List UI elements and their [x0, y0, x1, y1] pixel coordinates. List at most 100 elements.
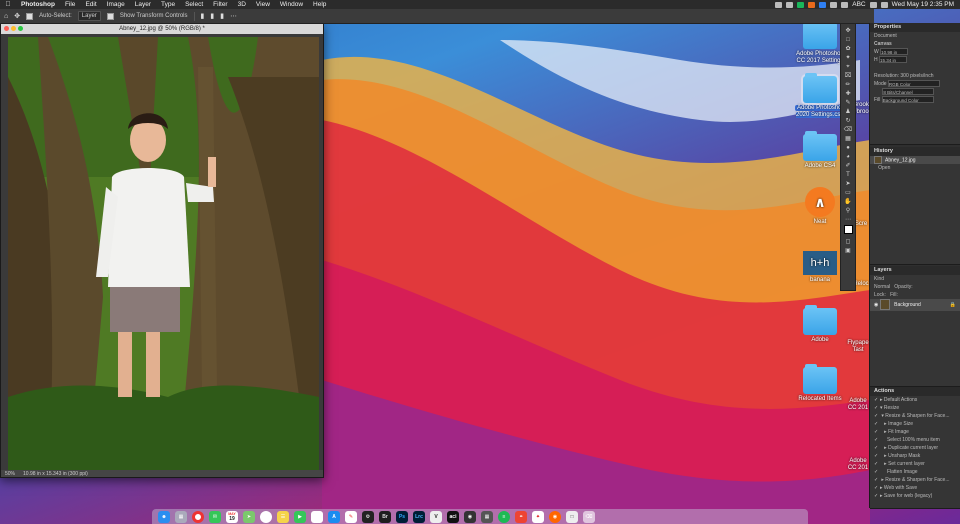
- lock-icon[interactable]: 🔒: [950, 299, 960, 311]
- menu-window[interactable]: Window: [275, 1, 308, 8]
- shape-tool-icon[interactable]: ▭: [844, 189, 853, 197]
- desktop-icon-app[interactable]: ∧ Neat: [794, 187, 846, 226]
- messages-icon[interactable]: ✉: [209, 510, 221, 523]
- zoom-level[interactable]: 50%: [5, 471, 15, 477]
- zoom-icon[interactable]: [18, 26, 23, 31]
- apple-icon[interactable]: : [0, 1, 16, 8]
- vectorworks-icon[interactable]: V: [430, 510, 442, 523]
- chrome-icon[interactable]: [192, 510, 204, 523]
- facetime-icon[interactable]: ▶: [294, 510, 306, 523]
- wifi-icon[interactable]: [830, 1, 838, 8]
- marquee-tool-icon[interactable]: □: [844, 36, 853, 44]
- desktop-icon-app[interactable]: h+h banana: [794, 251, 846, 284]
- status-icon[interactable]: [786, 1, 794, 8]
- app-store-icon[interactable]: A: [328, 510, 340, 523]
- action-item[interactable]: ✓ ▾ Resize: [870, 404, 960, 412]
- auto-select-checkbox[interactable]: [26, 12, 34, 20]
- brush-tool-icon[interactable]: ✎: [844, 99, 853, 107]
- height-field[interactable]: 15.34 in: [879, 56, 907, 64]
- move-tool-icon[interactable]: ✥: [844, 27, 853, 35]
- action-item[interactable]: ✓ ▸ Unsharp Mask: [870, 452, 960, 460]
- action-item[interactable]: ✓ Select 100% menu item: [870, 436, 960, 444]
- layer-filter-row[interactable]: Kind: [870, 275, 960, 283]
- desktop-icon-folder[interactable]: Adobe: [794, 305, 846, 344]
- creative-cloud-icon[interactable]: ⚭: [515, 510, 527, 523]
- width-field[interactable]: 10.98 in: [880, 48, 909, 56]
- history-header[interactable]: History: [870, 147, 960, 156]
- close-icon[interactable]: [4, 26, 9, 31]
- hand-tool-icon[interactable]: ✋: [844, 198, 853, 206]
- pen-tool-icon[interactable]: ✐: [844, 162, 853, 170]
- screen-mode-icon[interactable]: ▣: [844, 247, 853, 255]
- desktop-icon-folder[interactable]: Adobe CC 201: [847, 458, 869, 472]
- control-center-icon[interactable]: [880, 1, 888, 8]
- action-item[interactable]: ✓ ▸ Fit Image: [870, 428, 960, 436]
- canvas-section-label[interactable]: Canvas: [870, 40, 960, 48]
- trash-icon[interactable]: ⌫: [583, 510, 595, 523]
- type-tool-icon[interactable]: T: [844, 171, 853, 179]
- kind-filter[interactable]: Kind: [874, 276, 884, 282]
- fill-select[interactable]: Background Color: [881, 96, 934, 104]
- safari-icon[interactable]: [260, 510, 272, 523]
- minimize-icon[interactable]: [11, 26, 16, 31]
- crop-tool-icon[interactable]: ⌖: [844, 63, 853, 71]
- move-tool-icon[interactable]: ✥: [14, 12, 20, 20]
- history-item[interactable]: Open: [870, 164, 960, 172]
- more-tools-icon[interactable]: ⋯: [844, 216, 853, 224]
- layers-header[interactable]: Layers: [870, 266, 960, 275]
- menu-3d[interactable]: 3D: [233, 1, 251, 8]
- action-item[interactable]: ✓ ▸ Duplicate current layer: [870, 444, 960, 452]
- terminal-icon[interactable]: ⚙: [362, 510, 374, 523]
- frame-tool-icon[interactable]: ⌧: [844, 72, 853, 80]
- menu-edit[interactable]: Edit: [80, 1, 101, 8]
- preview-icon[interactable]: □: [566, 510, 578, 523]
- action-item[interactable]: ✓ ▾ Resize & Sharpen for Face...: [870, 412, 960, 420]
- desktop-icon-folder[interactable]: Adobe CS4: [794, 131, 846, 170]
- home-icon[interactable]: ⌂: [4, 13, 8, 20]
- mode-select[interactable]: RGB Color: [887, 80, 940, 88]
- menu-help[interactable]: Help: [308, 1, 331, 8]
- actions-header[interactable]: Actions: [870, 387, 960, 396]
- auto-select-dropdown[interactable]: Layer: [77, 11, 101, 21]
- action-item[interactable]: ✓ ▸ Save for web (legacy): [870, 492, 960, 500]
- status-icon[interactable]: [775, 1, 783, 8]
- menu-file[interactable]: File: [60, 1, 80, 8]
- menu-clock[interactable]: Wed May 19 2:35 PM: [892, 1, 954, 8]
- menu-app-name[interactable]: Photoshop: [16, 1, 60, 8]
- properties-header[interactable]: Properties: [870, 23, 960, 32]
- photos-icon[interactable]: ✿: [311, 510, 323, 523]
- healing-tool-icon[interactable]: ✚: [844, 90, 853, 98]
- more-options-icon[interactable]: ⋯: [230, 12, 237, 20]
- document-info[interactable]: 10.98 in x 15.343 in (300 ppi): [23, 471, 88, 477]
- path-select-icon[interactable]: ➤: [844, 180, 853, 188]
- action-item[interactable]: ✓ Flatten Image: [870, 468, 960, 476]
- gradient-tool-icon[interactable]: ▦: [844, 135, 853, 143]
- action-item[interactable]: ✓ ▸ Set current layer: [870, 460, 960, 468]
- calendar-icon[interactable]: MAY 19: [226, 510, 238, 523]
- desktop-icon-folder[interactable]: Adobe Photoshop 2020 Settings.csf: [794, 73, 846, 119]
- align-left-icon[interactable]: ▮: [201, 12, 205, 20]
- status-icon[interactable]: [808, 1, 816, 8]
- blend-mode-select[interactable]: Normal: [874, 284, 890, 290]
- bridge-icon[interactable]: Br: [379, 510, 391, 523]
- desktop-icon-folder[interactable]: Relocated Items: [794, 364, 846, 403]
- photoshop-icon[interactable]: Ps: [396, 510, 408, 523]
- document-window[interactable]: Abney_12.jpg @ 50% (RGB/8) * 50% 10.98 i…: [0, 23, 324, 478]
- maps-icon[interactable]: ➤: [243, 510, 255, 523]
- depth-select[interactable]: 8 Bits/Channel: [882, 88, 935, 96]
- finder-icon[interactable]: ☻: [158, 510, 170, 523]
- input-source-label[interactable]: ABC: [852, 1, 865, 8]
- desktop-icon-folder[interactable]: Flypape Tast: [847, 340, 869, 354]
- eye-icon[interactable]: ◉: [874, 302, 878, 308]
- search-icon[interactable]: [869, 1, 877, 8]
- action-item[interactable]: ✓ ▸ Image Size: [870, 420, 960, 428]
- history-brush-icon[interactable]: ↻: [844, 117, 853, 125]
- menu-layer[interactable]: Layer: [130, 1, 156, 8]
- blur-tool-icon[interactable]: ●: [844, 144, 853, 152]
- pencil-app-icon[interactable]: ✎: [345, 510, 357, 523]
- layer-row-background[interactable]: ◉ Background 🔒: [870, 299, 960, 311]
- desktop-icon-folder[interactable]: Adobe Photoshop CC 2017 Settings: [794, 19, 846, 65]
- document-tab[interactable]: Abney_12.jpg @ 50% (RGB/8) *: [1, 24, 323, 34]
- menu-select[interactable]: Select: [180, 1, 208, 8]
- zoom-tool-icon[interactable]: ⚲: [844, 207, 853, 215]
